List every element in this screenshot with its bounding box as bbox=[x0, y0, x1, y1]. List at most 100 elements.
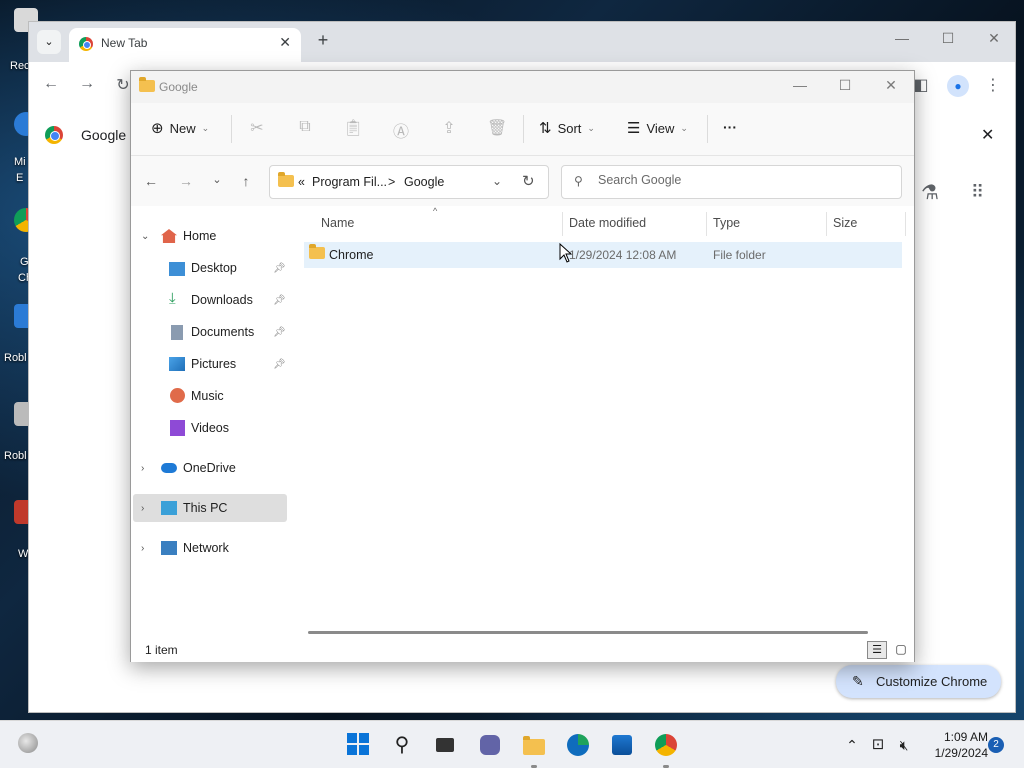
chevron-right-icon: › bbox=[141, 462, 145, 474]
address-bar[interactable]: « Program Fil... > Google ⌄ ↻ bbox=[269, 165, 549, 199]
labs-flask-icon[interactable]: ⚗ bbox=[921, 180, 939, 205]
teams-chat-icon[interactable] bbox=[478, 733, 502, 757]
column-divider[interactable] bbox=[826, 212, 827, 236]
share-icon[interactable]: ⇪ bbox=[439, 118, 459, 138]
copy-icon[interactable]: ⧉ bbox=[295, 118, 315, 136]
chrome-maximize-button[interactable]: ☐ bbox=[933, 30, 963, 47]
view-button-label: View bbox=[646, 120, 675, 136]
navigation-pane: ⌄ Home Desktop 📌︎ ⤓ Downloads 📌︎ Documen… bbox=[131, 206, 291, 626]
nav-item-network[interactable]: › Network bbox=[133, 534, 287, 562]
file-explorer-window: Google — ☐ ✕ ⊕ New ⌄ ✂ ⧉ 📋︎ Ⓐ ⇪ 🗑︎ ⇅ Sor… bbox=[130, 70, 915, 662]
view-button[interactable]: ☰ View ⌄ bbox=[627, 119, 688, 137]
network-status-icon[interactable]: ⊡ bbox=[866, 733, 890, 757]
nav-item-videos[interactable]: Videos bbox=[133, 414, 287, 442]
pin-icon[interactable]: 📌︎ bbox=[273, 295, 286, 306]
column-divider[interactable] bbox=[562, 212, 563, 236]
breadcrumb-google[interactable]: Google bbox=[404, 175, 444, 189]
back-arrow-icon[interactable]: ← bbox=[141, 173, 161, 189]
up-arrow-icon[interactable]: ↑ bbox=[236, 173, 256, 189]
folder-icon bbox=[278, 172, 294, 187]
sort-button[interactable]: ⇅ Sort ⌄ bbox=[539, 119, 595, 137]
chrome-taskbar-icon[interactable] bbox=[654, 733, 678, 757]
forward-arrow-icon[interactable]: → bbox=[176, 173, 196, 189]
chrome-close-button[interactable]: ✕ bbox=[979, 30, 1009, 47]
pin-icon[interactable]: 📌︎ bbox=[273, 327, 286, 338]
search-input[interactable] bbox=[598, 173, 888, 187]
store-taskbar-icon[interactable] bbox=[610, 733, 634, 757]
edge-taskbar-icon[interactable] bbox=[566, 733, 590, 757]
nav-item-downloads[interactable]: ⤓ Downloads 📌︎ bbox=[133, 286, 287, 314]
widgets-icon[interactable] bbox=[16, 733, 40, 757]
sort-ascending-icon: ^ bbox=[433, 206, 438, 216]
paste-icon[interactable]: 📋︎ bbox=[343, 118, 363, 138]
column-header-size[interactable]: Size bbox=[833, 216, 857, 230]
tab-search-button[interactable]: ⌄ bbox=[37, 30, 61, 54]
task-view-icon[interactable] bbox=[433, 733, 457, 757]
address-overflow-chevron[interactable]: « bbox=[298, 175, 305, 189]
column-divider[interactable] bbox=[706, 212, 707, 236]
folder-icon bbox=[309, 244, 325, 259]
column-header-date-modified[interactable]: Date modified bbox=[569, 216, 646, 230]
tab-close-button[interactable]: ✕ bbox=[279, 34, 291, 51]
chrome-minimize-button[interactable]: — bbox=[887, 30, 917, 46]
chrome-favicon-icon bbox=[79, 37, 93, 51]
large-icons-view-button[interactable]: ▢ bbox=[891, 641, 911, 659]
customize-chrome-button[interactable]: ✎ Customize Chrome bbox=[836, 665, 1001, 698]
explorer-close-button[interactable]: ✕ bbox=[871, 77, 911, 94]
chevron-down-icon: ⌄ bbox=[587, 122, 595, 133]
home-icon bbox=[161, 229, 177, 243]
nav-item-this-pc[interactable]: › This PC bbox=[133, 494, 287, 522]
new-tab-button[interactable]: + bbox=[311, 30, 335, 51]
volume-muted-icon[interactable]: 🔇︎ bbox=[892, 733, 916, 757]
file-explorer-taskbar-icon[interactable] bbox=[522, 733, 546, 757]
column-divider[interactable] bbox=[905, 212, 906, 236]
file-type: File folder bbox=[713, 248, 766, 262]
pin-icon[interactable]: 📌︎ bbox=[273, 359, 286, 370]
nav-item-documents[interactable]: Documents 📌︎ bbox=[133, 318, 287, 346]
recent-locations-chevron-icon[interactable]: ⌄ bbox=[207, 173, 227, 186]
documents-icon bbox=[171, 325, 183, 340]
more-options-button[interactable]: ··· bbox=[723, 119, 737, 135]
details-view-button[interactable]: ☰ bbox=[867, 641, 887, 659]
explorer-minimize-button[interactable]: — bbox=[780, 77, 820, 93]
explorer-maximize-button[interactable]: ☐ bbox=[825, 77, 865, 94]
forward-button[interactable]: → bbox=[75, 75, 99, 93]
item-count: 1 item bbox=[145, 643, 178, 657]
nav-item-home[interactable]: ⌄ Home bbox=[133, 222, 287, 250]
rename-icon[interactable]: Ⓐ bbox=[391, 118, 411, 142]
nav-item-pictures[interactable]: Pictures 📌︎ bbox=[133, 350, 287, 378]
desktop-icon-label: E bbox=[16, 172, 24, 184]
cut-icon[interactable]: ✂ bbox=[247, 118, 267, 138]
nav-item-music[interactable]: Music bbox=[133, 382, 287, 410]
chrome-menu-button[interactable]: ⋮ bbox=[981, 75, 1005, 95]
delete-icon[interactable]: 🗑︎ bbox=[487, 118, 507, 138]
nav-item-label: Music bbox=[191, 389, 224, 403]
search-icon[interactable]: ⚲ bbox=[390, 733, 414, 757]
column-header-name[interactable]: Name bbox=[321, 216, 354, 230]
new-button[interactable]: ⊕ New ⌄ bbox=[151, 119, 209, 137]
nav-item-desktop[interactable]: Desktop 📌︎ bbox=[133, 254, 287, 282]
google-bar-close-icon[interactable]: ✕ bbox=[981, 125, 994, 145]
chevron-up-icon[interactable]: ⌃ bbox=[840, 733, 864, 757]
chrome-tab-strip: ⌄ New Tab ✕ + — ☐ ✕ bbox=[29, 22, 1015, 62]
pin-icon[interactable]: 📌︎ bbox=[273, 263, 286, 274]
nav-item-onedrive[interactable]: › OneDrive bbox=[133, 454, 287, 482]
refresh-icon[interactable]: ↻ bbox=[522, 172, 535, 190]
folder-icon bbox=[139, 77, 155, 92]
google-apps-icon[interactable]: ⠿ bbox=[971, 182, 984, 203]
start-button[interactable] bbox=[346, 733, 370, 757]
back-button[interactable]: ← bbox=[39, 75, 63, 93]
column-header-type[interactable]: Type bbox=[713, 216, 740, 230]
chevron-down-icon: ⌄ bbox=[141, 230, 150, 242]
address-dropdown-icon[interactable]: ⌄ bbox=[492, 174, 502, 188]
clock[interactable]: 1:09 AM 1/29/2024 bbox=[920, 729, 988, 761]
profile-avatar[interactable]: ● bbox=[947, 75, 969, 97]
file-date-modified: 1/29/2024 12:08 AM bbox=[569, 248, 677, 262]
breadcrumb-program-files[interactable]: Program Fil... bbox=[312, 175, 387, 189]
notification-badge[interactable]: 2 bbox=[988, 737, 1004, 753]
desktop-icon-label: Robl bbox=[4, 450, 27, 462]
divider bbox=[231, 115, 232, 143]
tab-new-tab[interactable]: New Tab ✕ bbox=[69, 28, 301, 62]
table-row[interactable]: Chrome 1/29/2024 12:08 AM File folder bbox=[304, 242, 902, 268]
horizontal-scrollbar[interactable] bbox=[308, 631, 868, 634]
